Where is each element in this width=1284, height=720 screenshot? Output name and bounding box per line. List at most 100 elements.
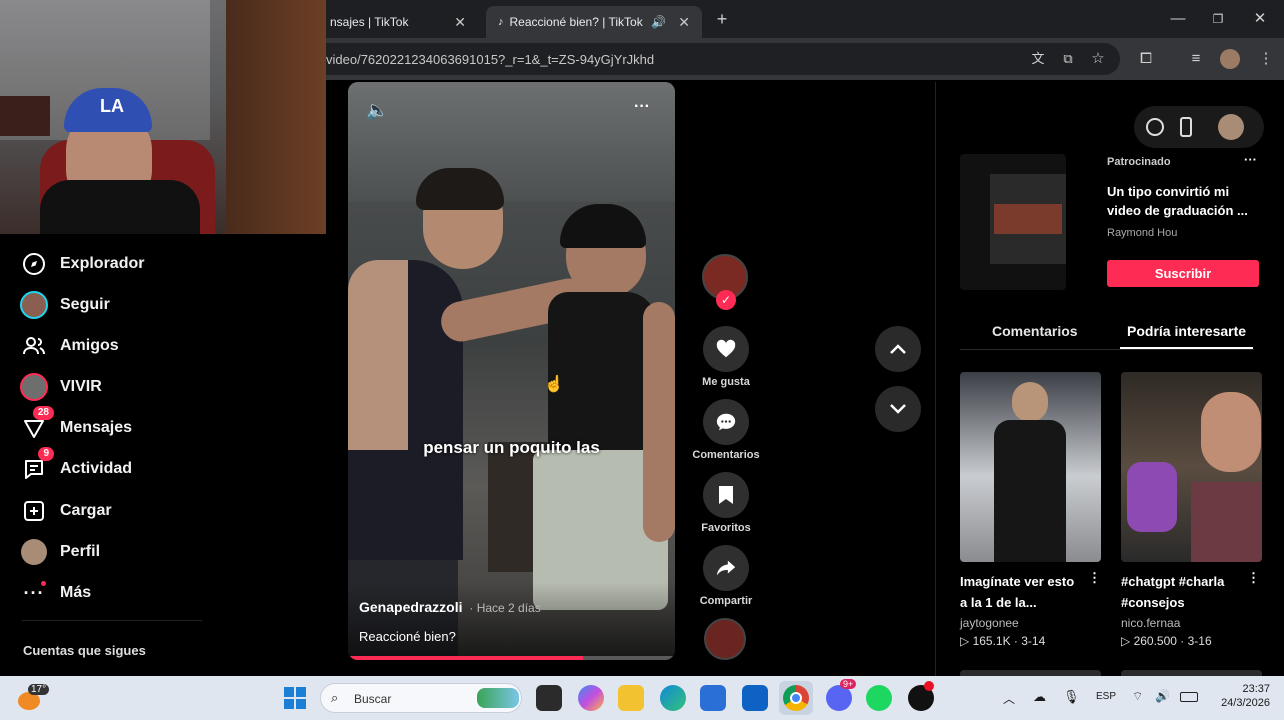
bookmark-icon bbox=[703, 472, 749, 518]
wifi-icon[interactable]: ⌔ bbox=[1132, 689, 1143, 704]
menu-kebab-icon[interactable]: ⋮ bbox=[1256, 49, 1276, 69]
next-video-button[interactable] bbox=[875, 386, 921, 432]
more-options-icon[interactable]: ··· bbox=[634, 98, 650, 116]
related-title-1[interactable]: Imagínate ver esto a la 1 de la... bbox=[960, 571, 1084, 613]
file-explorer-icon[interactable] bbox=[618, 685, 644, 711]
sidebar-item-vivir[interactable]: VIVIR bbox=[20, 372, 102, 402]
user-avatar[interactable] bbox=[1218, 114, 1244, 140]
sidebar-item-label: Más bbox=[60, 584, 92, 601]
person-shirt bbox=[40, 180, 200, 234]
avatar-icon bbox=[20, 291, 48, 319]
video-caption-overlay: pensar un poquito las bbox=[423, 438, 600, 457]
audio-icon[interactable]: 🔊 bbox=[651, 15, 666, 29]
sidebar-item-seguir[interactable]: Seguir bbox=[20, 290, 110, 320]
sponsored-more-icon[interactable]: ··· bbox=[1244, 152, 1257, 167]
extensions-icon[interactable]: ⧠ bbox=[1136, 49, 1156, 69]
tab-messages[interactable]: nsajes | TikTok ✕ bbox=[318, 6, 478, 38]
discord-icon[interactable]: 9+ bbox=[826, 679, 857, 711]
edge-icon[interactable] bbox=[660, 685, 686, 711]
sidebar-divider bbox=[22, 620, 202, 621]
new-tab-icon[interactable]: + bbox=[712, 9, 732, 29]
right-panel: Patrocinado ··· Un tipo convirtió mi vid… bbox=[935, 82, 1284, 676]
task-view-icon[interactable] bbox=[536, 685, 562, 711]
tab-label: Reaccioné bien? | TikTok bbox=[509, 15, 643, 29]
video-progress-track[interactable] bbox=[348, 656, 675, 660]
sponsored-author[interactable]: Raymond Hou bbox=[1107, 227, 1177, 239]
sidebar-item-cargar[interactable]: Cargar bbox=[20, 496, 112, 526]
outlook-icon[interactable] bbox=[742, 685, 768, 711]
tab-video[interactable]: ♪ Reaccioné bien? | TikTok 🔊 ✕ bbox=[486, 6, 702, 38]
spotify-icon[interactable] bbox=[866, 685, 892, 711]
like-label: Me gusta bbox=[702, 376, 750, 388]
video-author[interactable]: Genapedrazzoli bbox=[359, 599, 462, 615]
url-field[interactable]: video/7620221234063691015?_r=1&_t=ZS-94y… bbox=[300, 43, 1120, 75]
sidebar-item-explorador[interactable]: Explorador bbox=[20, 249, 144, 279]
media-control-icon[interactable]: ≡ bbox=[1186, 49, 1206, 69]
related-2-shirt bbox=[1191, 482, 1262, 562]
weather-widget[interactable]: 17° bbox=[18, 684, 50, 710]
store-icon[interactable] bbox=[700, 685, 726, 711]
sidebar-item-amigos[interactable]: Amigos bbox=[20, 331, 119, 361]
related-title-2[interactable]: #chatgpt #charla #consejos bbox=[1121, 571, 1251, 613]
close-tab-icon[interactable]: ✕ bbox=[678, 14, 690, 31]
clock[interactable]: 23:37 24/3/2026 bbox=[1208, 682, 1270, 710]
input-language[interactable]: ESP bbox=[1096, 691, 1116, 702]
related-2-more-icon[interactable]: ⋮ bbox=[1247, 570, 1260, 586]
cloud-icon[interactable]: ☁ bbox=[1033, 689, 1046, 705]
chevron-down-icon bbox=[890, 404, 906, 414]
battery-icon[interactable] bbox=[1180, 692, 1198, 702]
subscribe-button[interactable]: Suscribir bbox=[1107, 260, 1259, 287]
related-1-more-icon[interactable]: ⋮ bbox=[1088, 570, 1101, 586]
share-button[interactable]: Compartir bbox=[700, 545, 752, 607]
tabs-divider bbox=[960, 349, 1254, 350]
music-disc-icon[interactable] bbox=[704, 618, 746, 660]
windows-start-icon[interactable] bbox=[284, 687, 306, 709]
copilot-icon[interactable] bbox=[578, 685, 604, 711]
favorites-label: Favoritos bbox=[701, 522, 751, 534]
tab-label: nsajes | TikTok bbox=[330, 15, 409, 29]
comments-button[interactable]: Comentarios bbox=[692, 399, 760, 461]
minimize-icon[interactable]: — bbox=[1168, 9, 1188, 29]
related-author-1[interactable]: jaytogonee bbox=[960, 616, 1019, 630]
sidebar-item-mas[interactable]: ··· Más bbox=[20, 578, 91, 608]
discord-badge: 9+ bbox=[840, 679, 857, 689]
video-player[interactable]: 🔈 ··· pensar un poquito las ☝ Genapedraz… bbox=[348, 82, 675, 660]
profile-avatar-icon[interactable] bbox=[1220, 49, 1240, 69]
follow-check-icon[interactable]: ✓ bbox=[716, 290, 736, 310]
video-author-row: Genapedrazzoli · Hace 2 días bbox=[359, 599, 541, 615]
close-window-icon[interactable]: ✕ bbox=[1250, 9, 1270, 29]
wall-poster bbox=[0, 96, 50, 136]
coin-icon[interactable] bbox=[1146, 118, 1164, 136]
wooden-cabinet bbox=[226, 0, 326, 234]
microphone-icon[interactable]: 🎙 bbox=[1063, 689, 1080, 705]
sponsored-title[interactable]: Un tipo convirtió mi video de graduación… bbox=[1107, 182, 1257, 220]
tray-chevron-icon[interactable]: ︿ bbox=[1003, 690, 1015, 707]
previous-video-button[interactable] bbox=[875, 326, 921, 372]
chrome-taskbar-active[interactable] bbox=[779, 681, 813, 715]
volume-icon[interactable]: 🔈 bbox=[366, 100, 388, 121]
sidebar-item-actividad[interactable]: 9 Actividad bbox=[20, 447, 132, 484]
taskbar-search-box[interactable]: ⌕ Buscar bbox=[320, 683, 522, 713]
related-thumbnail-1[interactable] bbox=[960, 372, 1101, 562]
maximize-icon[interactable]: ❐ bbox=[1208, 9, 1228, 29]
related-author-2[interactable]: nico.fernaa bbox=[1121, 616, 1180, 630]
sidebar-item-perfil[interactable]: Perfil bbox=[20, 537, 100, 567]
sidebar-item-mensajes[interactable]: 28 Mensajes bbox=[20, 406, 132, 443]
bookmark-star-icon[interactable]: ☆ bbox=[1088, 49, 1108, 69]
speaker-icon[interactable]: 🔊 bbox=[1155, 689, 1170, 703]
sponsored-thumbnail[interactable] bbox=[960, 154, 1066, 290]
like-button[interactable]: Me gusta bbox=[700, 326, 752, 388]
translate-icon[interactable]: 文 bbox=[1028, 49, 1048, 69]
video-time-ago: · Hace 2 días bbox=[469, 601, 541, 615]
tab-comments[interactable]: Comentarios bbox=[992, 323, 1078, 339]
device-icon[interactable] bbox=[1180, 117, 1192, 137]
related-1-face bbox=[1012, 382, 1048, 422]
related-thumbnail-2[interactable] bbox=[1121, 372, 1262, 562]
cast-icon[interactable]: ⧉ bbox=[1058, 49, 1078, 69]
creator-avatar[interactable]: ✓ bbox=[702, 254, 748, 310]
sponsored-image-crowd bbox=[994, 204, 1062, 234]
tab-related[interactable]: Podría interesarte bbox=[1127, 323, 1246, 339]
favorites-button[interactable]: Favoritos bbox=[700, 472, 752, 534]
close-tab-icon[interactable]: ✕ bbox=[454, 14, 466, 31]
tiktok-app-icon[interactable] bbox=[908, 681, 934, 711]
